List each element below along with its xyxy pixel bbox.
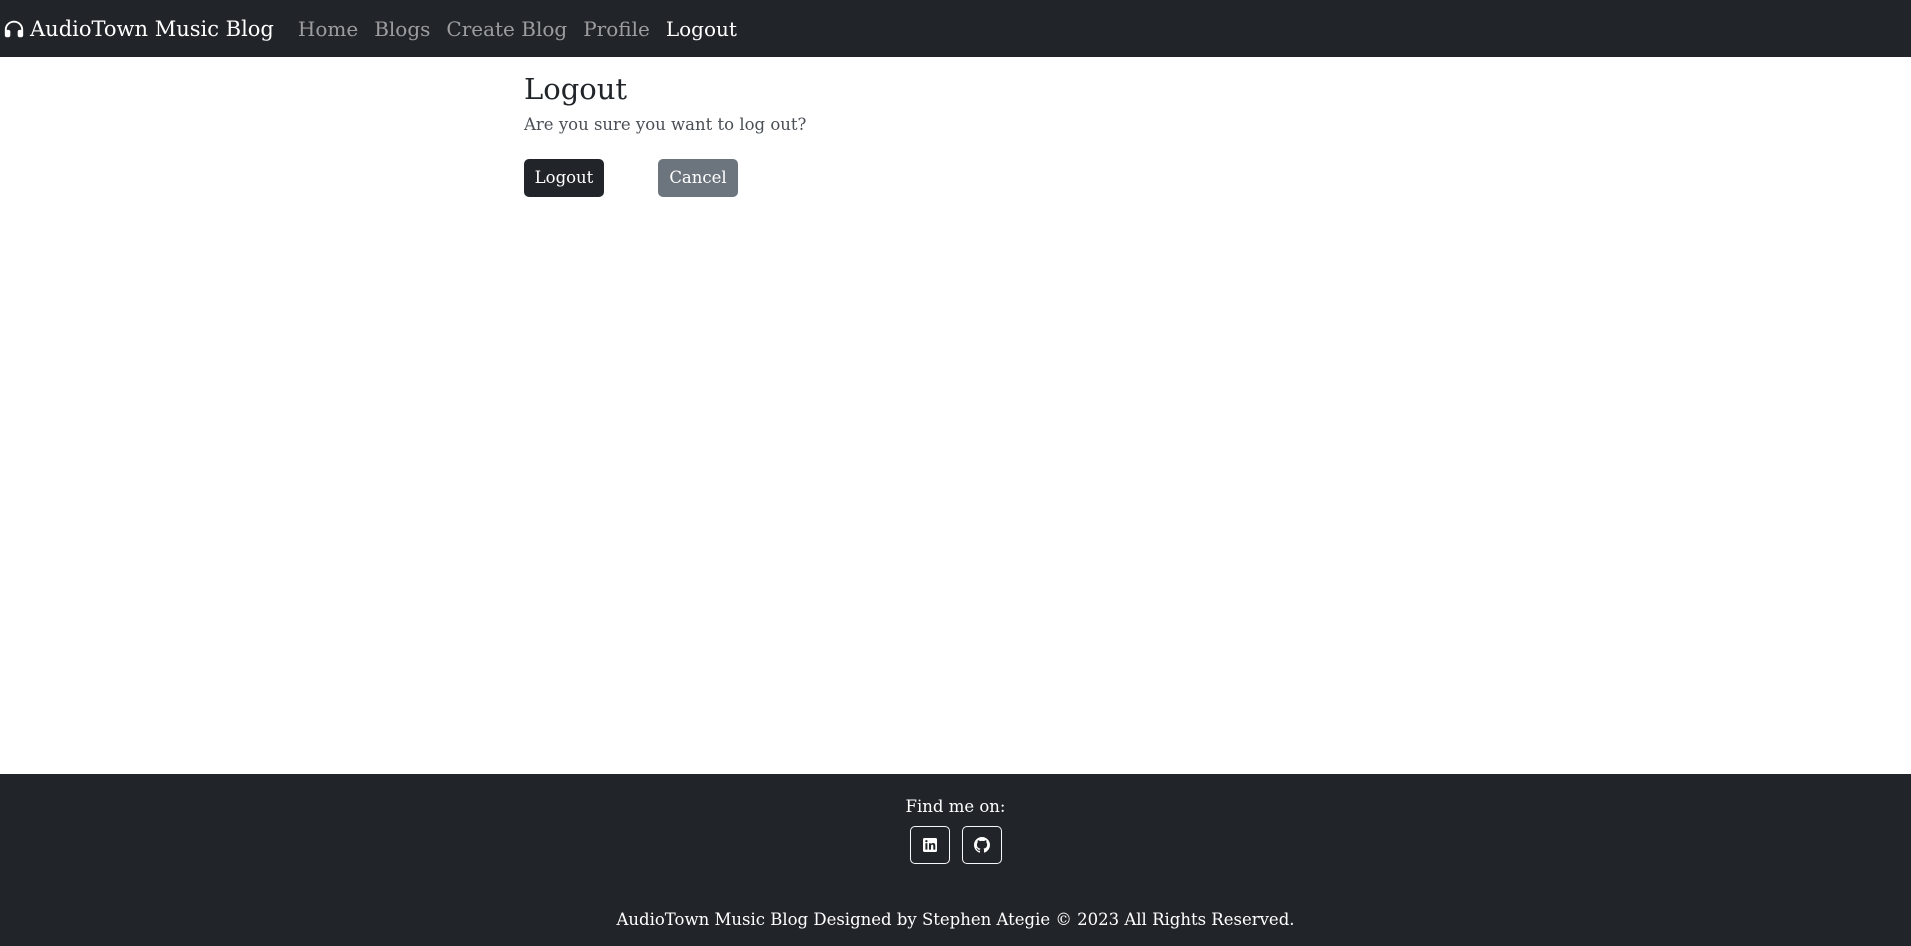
headphones-icon [3, 18, 25, 40]
logout-panel: Logout Are you sure you want to log out?… [524, 57, 1384, 197]
logout-button[interactable]: Logout [524, 158, 604, 197]
social-links [0, 826, 1911, 864]
cancel-button[interactable]: Cancel [658, 158, 738, 197]
nav-links: Home Blogs Create Blog Profile Logout [298, 17, 753, 41]
navbar: AudioTown Music Blog Home Blogs Create B… [0, 0, 1911, 57]
linkedin-icon [922, 837, 938, 853]
nav-link-home[interactable]: Home [298, 17, 358, 41]
brand-link[interactable]: AudioTown Music Blog [3, 17, 274, 41]
github-button[interactable] [961, 826, 1002, 864]
nav-link-logout[interactable]: Logout [666, 17, 737, 41]
nav-link-create-blog[interactable]: Create Blog [446, 17, 567, 41]
copyright-text: AudioTown Music Blog Designed by Stephen… [616, 910, 1295, 929]
nav-link-blogs[interactable]: Blogs [374, 17, 430, 41]
linkedin-button[interactable] [909, 826, 950, 864]
button-row: Logout Cancel [524, 158, 1384, 197]
github-icon [973, 837, 990, 853]
page-title: Logout [524, 72, 628, 106]
brand-label: AudioTown Music Blog [30, 16, 274, 41]
find-me-label: Find me on: [905, 797, 1006, 816]
footer: Find me on: AudioTown Music Blog Designe… [0, 774, 1911, 946]
nav-link-profile[interactable]: Profile [583, 17, 650, 41]
confirm-message: Are you sure you want to log out? [524, 114, 807, 134]
